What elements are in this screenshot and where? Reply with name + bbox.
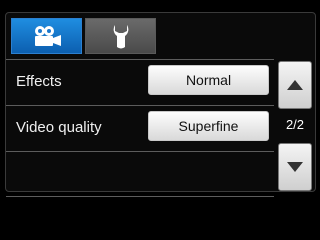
tab-tools[interactable] <box>85 18 156 54</box>
page-indicator: 2/2 <box>285 117 305 132</box>
setting-row-effects: Effects Normal <box>6 59 274 105</box>
setting-label: Effects <box>16 73 62 90</box>
effects-value-button[interactable]: Normal <box>148 65 269 95</box>
settings-list: Effects Normal Video quality Superfine <box>6 59 274 197</box>
pager: 2/2 <box>278 59 312 191</box>
video-quality-value-button[interactable]: Superfine <box>148 111 269 141</box>
setting-row-video-quality: Video quality Superfine <box>6 105 274 151</box>
setting-label: Video quality <box>16 119 102 136</box>
video-camera-icon <box>34 26 61 46</box>
page-down-button[interactable] <box>278 143 312 191</box>
setting-row-empty <box>6 151 274 197</box>
page-up-button[interactable] <box>278 61 312 109</box>
tab-bar <box>6 13 315 59</box>
settings-panel: Effects Normal Video quality Superfine 2… <box>5 12 316 197</box>
tab-video-settings[interactable] <box>11 18 82 54</box>
arrow-up-icon <box>287 80 303 90</box>
arrow-down-icon <box>287 162 303 172</box>
wrench-icon <box>113 25 128 49</box>
